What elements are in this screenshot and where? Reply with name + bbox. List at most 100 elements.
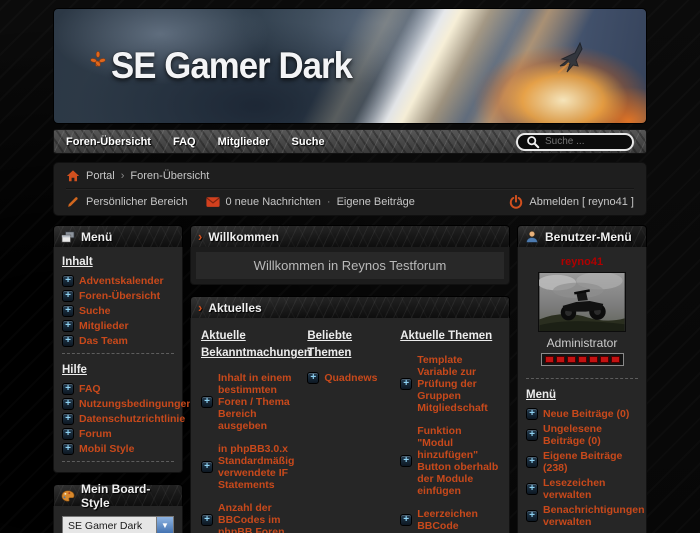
plus-bullet-icon: + — [307, 372, 319, 384]
search-input[interactable] — [545, 136, 627, 147]
user-menu-link[interactable]: Neue Beiträge (0) — [543, 408, 629, 420]
breadcrumb-current-link[interactable]: Foren-Übersicht — [130, 170, 209, 182]
menu-link[interactable]: Nutzungsbedingungen — [79, 398, 193, 410]
plus-bullet-icon: + — [62, 428, 74, 440]
breadcrumb-panel: Portal › Foren-Übersicht Persönlicher Be… — [53, 162, 647, 216]
topic-link[interactable]: Quadnews — [324, 372, 377, 384]
user-menu-list: +Neue Beiträge (0)+Ungelesene Beiträge (… — [526, 408, 638, 533]
plus-bullet-icon: + — [62, 290, 74, 302]
plus-bullet-icon: + — [526, 510, 538, 522]
nav-link[interactable]: Suche — [292, 136, 325, 148]
user-icon — [525, 230, 539, 244]
envelope-icon — [206, 195, 220, 209]
menu-link[interactable]: FAQ — [79, 383, 101, 395]
menu-link[interactable]: Adventskalender — [79, 275, 164, 287]
header-banner: SE Gamer Dark — [53, 8, 647, 124]
menu-panel-header: Menü — [53, 225, 183, 247]
rank-square — [611, 356, 620, 363]
recent-topics-column: Aktuelle Themen + Template Variable zur P… — [400, 328, 499, 533]
welcome-panel: › Willkommen Willkommen in Reynos Testfo… — [190, 225, 510, 285]
plus-bullet-icon: + — [400, 378, 412, 390]
menu-link[interactable]: Foren-Übersicht — [79, 290, 160, 302]
nav-link[interactable]: Mitglieder — [218, 136, 270, 148]
list-item: +Leerzeichen BBCode — [400, 508, 499, 532]
hilfe-link-list: +FAQ+Nutzungsbedingungen+Datenschutzrich… — [62, 383, 174, 455]
rank-square — [578, 356, 587, 363]
site-title: SE Gamer Dark — [111, 45, 352, 87]
list-item: +Benachrichtigungen verwalten — [526, 504, 638, 528]
breadcrumb-separator: › — [121, 170, 125, 182]
plus-bullet-icon: + — [62, 320, 74, 332]
list-item: + Forum — [62, 428, 174, 440]
menu-panel: Menü Inhalt +Adventskalender+Foren-Übers… — [53, 225, 183, 473]
list-item: + Foren-Übersicht — [62, 290, 174, 302]
announcements-heading: Aktuelle Bekanntmachungen — [201, 328, 295, 363]
search-box[interactable] — [516, 133, 634, 151]
rank-square — [589, 356, 598, 363]
breadcrumb: Portal › Foren-Übersicht — [66, 163, 634, 189]
logout-link[interactable]: Abmelden [ reyno41 ] — [529, 196, 634, 208]
breadcrumb-portal-link[interactable]: Portal — [86, 170, 115, 182]
user-menu-link[interactable]: Lesezeichen verwalten — [543, 477, 638, 501]
board-style-header: Mein Board-Style — [53, 484, 183, 506]
menu-link[interactable]: Mitglieder — [79, 320, 129, 332]
window-icon — [61, 230, 75, 244]
home-icon — [66, 169, 80, 183]
left-sidebar: Menü Inhalt +Adventskalender+Foren-Übers… — [53, 225, 183, 533]
forum-page: SE Gamer Dark Foren-Übersicht FAQ Mitglied… — [0, 0, 700, 533]
topic-link[interactable]: Funktion "Modul hinzufügen" Button oberh… — [417, 425, 499, 497]
board-style-panel: Mein Board-Style SE Gamer Dark ▼ — [53, 484, 183, 533]
power-icon — [509, 195, 523, 209]
list-item: +Das Team — [62, 335, 174, 347]
rank-square — [545, 356, 554, 363]
nav-link[interactable]: FAQ — [173, 136, 196, 148]
user-menu-title: Benutzer-Menü — [545, 230, 632, 244]
list-item: +Mobil Style — [62, 443, 174, 455]
chevron-down-icon: ▼ — [156, 517, 173, 533]
popular-topics-column: Beliebte Themen +Quadnews — [307, 328, 388, 533]
section-title-hilfe: Hilfe — [62, 364, 174, 376]
recent-topics-list: + Template Variable zur Prüfung der Grupp… — [400, 354, 499, 533]
recent-topics-heading: Aktuelle Themen — [400, 328, 499, 345]
topic-link[interactable]: Leerzeichen BBCode — [417, 508, 499, 532]
plus-bullet-icon: + — [62, 305, 74, 317]
topic-link[interactable]: in phpBB3.0.x Standardmäßig verwendete I… — [218, 443, 295, 491]
user-menu-link[interactable]: Eigene Beiträge (238) — [543, 450, 638, 474]
user-avatar[interactable] — [538, 272, 626, 332]
personal-area-link[interactable]: Persönlicher Bereich — [86, 196, 188, 208]
list-item: +Ungelesene Beiträge (0) — [526, 423, 638, 447]
welcome-message: Willkommen in Reynos Testforum — [196, 252, 504, 279]
list-item: +Adventskalender — [62, 275, 174, 287]
plus-bullet-icon: + — [62, 398, 74, 410]
list-item: +Inhalt in einem bestimmten Foren / Them… — [201, 372, 295, 432]
dot-separator: · — [327, 196, 331, 208]
section-title-inhalt: Inhalt — [62, 256, 174, 268]
dashed-divider — [62, 353, 174, 354]
own-posts-link[interactable]: Eigene Beiträge — [337, 196, 415, 208]
menu-link[interactable]: Mobil Style — [79, 443, 134, 455]
board-style-select[interactable]: SE Gamer Dark ▼ — [62, 516, 174, 533]
user-menu-link[interactable]: Ungelesene Beiträge (0) — [543, 423, 638, 447]
topic-link[interactable]: Template Variable zur Prüfung der Gruppe… — [417, 354, 499, 414]
list-item: + Anzahl der BBCodes im phpBB Foren — [201, 502, 295, 533]
menu-panel-title: Menü — [81, 230, 112, 244]
list-item: +Datenschutzrichtlinie — [62, 413, 174, 425]
new-messages-link[interactable]: 0 neue Nachrichten — [226, 196, 321, 208]
rank-square — [600, 356, 609, 363]
menu-link[interactable]: Forum — [79, 428, 112, 440]
plus-bullet-icon: + — [62, 383, 74, 395]
list-item: +Neue Beiträge (0) — [526, 408, 638, 420]
list-item: + Quadnews — [307, 372, 388, 384]
user-menu-link[interactable]: Benachrichtigungen verwalten — [543, 504, 645, 528]
menu-link[interactable]: Datenschutzrichtlinie — [79, 413, 185, 425]
plus-bullet-icon: + — [201, 514, 213, 526]
topic-link[interactable]: Inhalt in einem bestimmten Foren / Thema… — [218, 372, 295, 432]
topic-link[interactable]: Anzahl der BBCodes im phpBB Foren — [218, 502, 295, 533]
menu-link[interactable]: Das Team — [79, 335, 128, 347]
board-style-title: Mein Board-Style — [81, 482, 175, 510]
right-sidebar: Benutzer-Menü reyno41 — [517, 225, 647, 533]
user-links-bar: Persönlicher Bereich 0 neue Nachrichten … — [66, 189, 634, 215]
menu-link[interactable]: Suche — [79, 305, 111, 317]
nav-link[interactable]: Foren-Übersicht — [66, 136, 151, 148]
username[interactable]: reyno41 — [526, 256, 638, 268]
